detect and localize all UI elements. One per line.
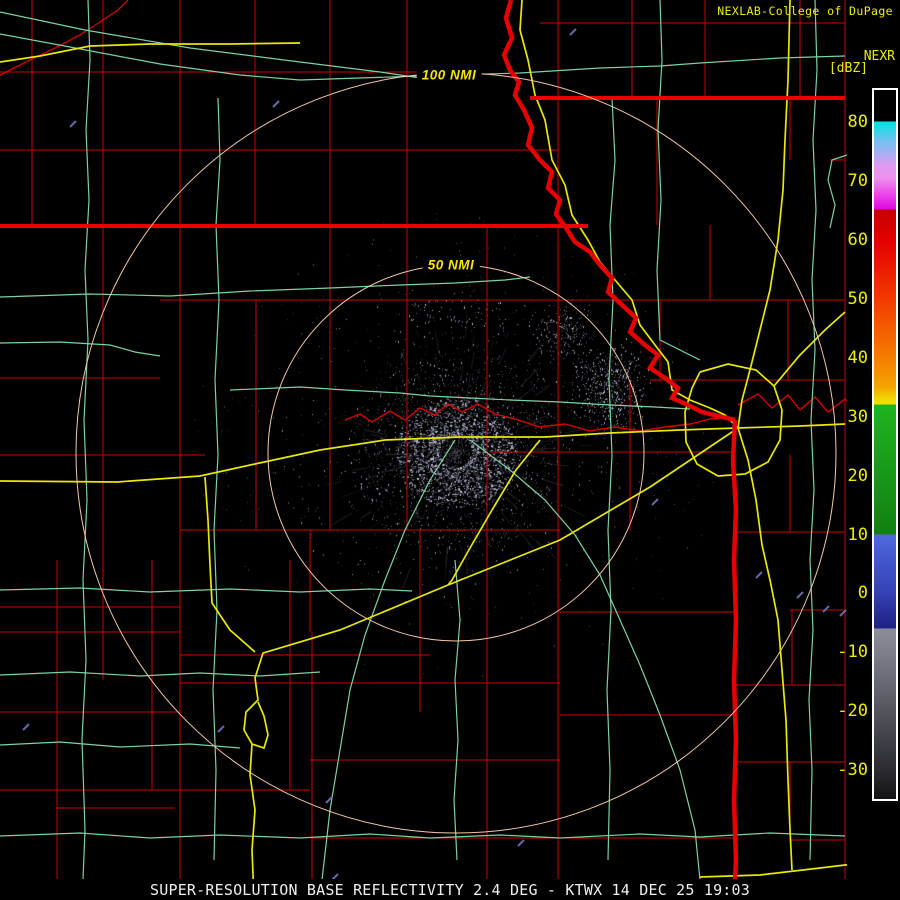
product-code-label: NEXR xyxy=(863,49,895,64)
brand-text: NEXLAB-College of DuPage xyxy=(717,4,893,18)
scale-tick-label: 10 xyxy=(847,524,868,545)
caption-bar: SUPER-RESOLUTION BASE REFLECTIVITY 2.4 D… xyxy=(0,879,900,900)
scale-tick-label: -30 xyxy=(837,760,868,781)
range-ring-100nmi xyxy=(75,72,837,834)
scale-tick-label: 30 xyxy=(847,406,868,427)
scale-tick-label: 40 xyxy=(847,347,868,368)
range-rings xyxy=(75,72,837,834)
range-ring-label-100nmi: 100 NMI xyxy=(416,66,482,84)
radar-display: 100 NMI 50 NMI NEXLAB-College of DuPage … xyxy=(0,0,900,900)
scale-tick-label: 80 xyxy=(847,112,868,132)
reflectivity-colorbar xyxy=(872,88,898,801)
scale-tick-label: 70 xyxy=(847,170,868,191)
scale-tick-label: -10 xyxy=(837,642,868,663)
basemap-layer xyxy=(0,0,900,899)
scale-tick-label: 60 xyxy=(847,229,868,250)
range-ring-50nmi xyxy=(267,264,645,642)
scale-tick-label: 0 xyxy=(857,583,868,604)
rivers xyxy=(0,0,900,432)
product-caption: SUPER-RESOLUTION BASE REFLECTIVITY 2.4 D… xyxy=(150,880,750,899)
scale-tick-label: -20 xyxy=(837,701,868,722)
county-boundaries xyxy=(0,0,900,883)
units-label: [dBZ] xyxy=(828,61,868,76)
range-ring-label-50nmi: 50 NMI xyxy=(422,256,480,274)
scale-tick-label: 50 xyxy=(847,288,868,309)
scale-tick-label: 20 xyxy=(847,465,868,486)
